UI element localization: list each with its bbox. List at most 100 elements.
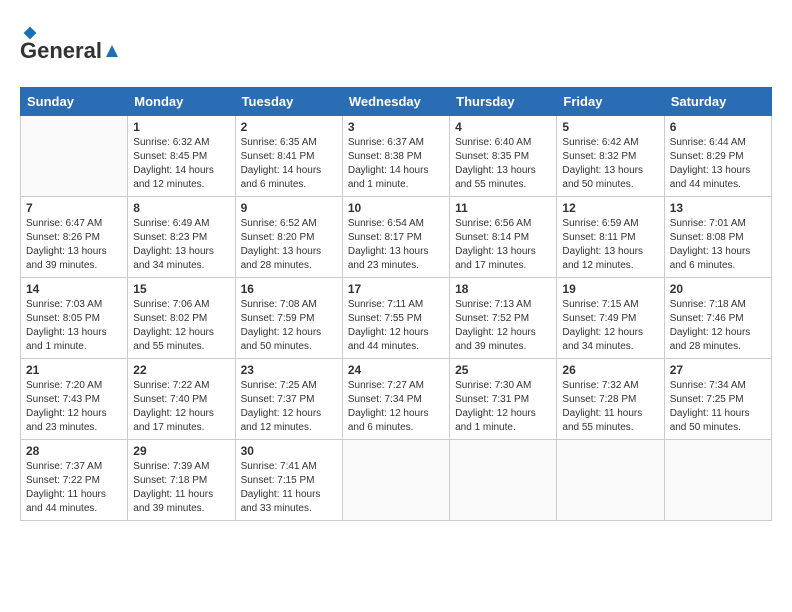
day-number: 15 [133,282,229,296]
day-info: Sunrise: 7:32 AMSunset: 7:28 PMDaylight:… [562,379,658,435]
calendar-week-row: 7 Sunrise: 6:47 AMSunset: 8:26 PMDaylight… [21,197,772,278]
day-number: 21 [26,363,122,377]
day-number: 27 [670,363,766,377]
day-number: 1 [133,120,229,134]
day-number: 25 [455,363,551,377]
calendar-cell [342,440,449,521]
calendar-cell: 14 Sunrise: 7:03 AMSunset: 8:05 PMDayligh… [21,278,128,359]
weekday-header-saturday: Saturday [664,88,771,116]
day-number: 30 [241,444,337,458]
calendar-cell: 30 Sunrise: 7:41 AMSunset: 7:15 PMDayligh… [235,440,342,521]
day-number: 4 [455,120,551,134]
day-number: 13 [670,201,766,215]
day-info: Sunrise: 7:18 AMSunset: 7:46 PMDaylight:… [670,298,766,354]
calendar-cell: 2 Sunrise: 6:35 AMSunset: 8:41 PMDaylight… [235,116,342,197]
calendar-table: SundayMondayTuesdayWednesdayThursdayFrid… [20,87,772,521]
calendar-cell [450,440,557,521]
calendar-cell: 23Sunrise: 7:25 AMSunset: 7:37 PMDayligh… [235,359,342,440]
calendar-cell: 17Sunrise: 7:11 AMSunset: 7:55 PMDayligh… [342,278,449,359]
day-number: 14 [26,282,122,296]
day-info: Sunrise: 6:47 AMSunset: 8:26 PMDaylight:… [26,217,122,273]
calendar-cell: 1 Sunrise: 6:32 AMSunset: 8:45 PMDaylight… [128,116,235,197]
calendar-cell [21,116,128,197]
weekday-header-monday: Monday [128,88,235,116]
calendar-cell [557,440,664,521]
day-number: 3 [348,120,444,134]
day-info: Sunrise: 6:40 AMSunset: 8:35 PMDaylight:… [455,136,551,192]
calendar-cell: 21 Sunrise: 7:20 AMSunset: 7:43 PMDayligh… [21,359,128,440]
day-number: 2 [241,120,337,134]
calendar-cell: 13Sunrise: 7:01 AMSunset: 8:08 PMDayligh… [664,197,771,278]
day-info: Sunrise: 7:41 AMSunset: 7:15 PMDaylight:… [241,460,337,516]
weekday-header-friday: Friday [557,88,664,116]
day-number: 6 [670,120,766,134]
day-number: 10 [348,201,444,215]
day-number: 7 [26,201,122,215]
calendar-cell: 20Sunrise: 7:18 AMSunset: 7:46 PMDayligh… [664,278,771,359]
day-info: Sunrise: 6:49 AMSunset: 8:23 PMDaylight:… [133,217,229,273]
day-info: Sunrise: 7:15 AMSunset: 7:49 PMDaylight:… [562,298,658,354]
day-info: Sunrise: 6:35 AMSunset: 8:41 PMDaylight:… [241,136,337,192]
day-number: 26 [562,363,658,377]
day-info: Sunrise: 7:25 AMSunset: 7:37 PMDaylight:… [241,379,337,435]
day-info: Sunrise: 7:20 AMSunset: 7:43 PMDaylight:… [26,379,122,435]
day-number: 9 [241,201,337,215]
day-info: Sunrise: 6:59 AMSunset: 8:11 PMDaylight:… [562,217,658,273]
calendar-cell: 16 Sunrise: 7:08 AMSunset: 7:59 PMDayligh… [235,278,342,359]
day-number: 28 [26,444,122,458]
calendar-cell: 4 Sunrise: 6:40 AMSunset: 8:35 PMDaylight… [450,116,557,197]
calendar-cell: 12 Sunrise: 6:59 AMSunset: 8:11 PMDayligh… [557,197,664,278]
calendar-cell: 8 Sunrise: 6:49 AMSunset: 8:23 PMDaylight… [128,197,235,278]
calendar-cell [664,440,771,521]
day-number: 18 [455,282,551,296]
day-info: Sunrise: 7:30 AMSunset: 7:31 PMDaylight:… [455,379,551,435]
calendar-cell: 3 Sunrise: 6:37 AMSunset: 8:38 PMDaylight… [342,116,449,197]
day-number: 12 [562,201,658,215]
day-info: Sunrise: 6:32 AMSunset: 8:45 PMDaylight:… [133,136,229,192]
day-info: Sunrise: 7:39 AMSunset: 7:18 PMDaylight:… [133,460,229,516]
calendar-cell: 28Sunrise: 7:37 AMSunset: 7:22 PMDayligh… [21,440,128,521]
day-number: 16 [241,282,337,296]
logo-triangle-icon [103,42,121,60]
day-info: Sunrise: 6:56 AMSunset: 8:14 PMDaylight:… [455,217,551,273]
weekday-header-sunday: Sunday [21,88,128,116]
calendar-cell: 29Sunrise: 7:39 AMSunset: 7:18 PMDayligh… [128,440,235,521]
day-info: Sunrise: 6:52 AMSunset: 8:20 PMDaylight:… [241,217,337,273]
day-info: Sunrise: 6:42 AMSunset: 8:32 PMDaylight:… [562,136,658,192]
weekday-header-wednesday: Wednesday [342,88,449,116]
calendar-cell: 11 Sunrise: 6:56 AMSunset: 8:14 PMDayligh… [450,197,557,278]
weekday-header-thursday: Thursday [450,88,557,116]
day-number: 11 [455,201,551,215]
day-number: 8 [133,201,229,215]
day-info: Sunrise: 7:34 AMSunset: 7:25 PMDaylight:… [670,379,766,435]
calendar-cell: 19 Sunrise: 7:15 AMSunset: 7:49 PMDayligh… [557,278,664,359]
day-info: Sunrise: 7:11 AMSunset: 7:55 PMDaylight:… [348,298,444,354]
weekday-header-tuesday: Tuesday [235,88,342,116]
day-number: 5 [562,120,658,134]
day-info: Sunrise: 7:03 AMSunset: 8:05 PMDaylight:… [26,298,122,354]
calendar-week-row: 1 Sunrise: 6:32 AMSunset: 8:45 PMDaylight… [21,116,772,197]
day-info: Sunrise: 7:13 AMSunset: 7:52 PMDaylight:… [455,298,551,354]
day-number: 24 [348,363,444,377]
calendar-cell: 6 Sunrise: 6:44 AMSunset: 8:29 PMDaylight… [664,116,771,197]
logo: General [20,20,140,75]
day-number: 19 [562,282,658,296]
calendar-cell: 27 Sunrise: 7:34 AMSunset: 7:25 PMDayligh… [664,359,771,440]
calendar-cell: 9 Sunrise: 6:52 AMSunset: 8:20 PMDaylight… [235,197,342,278]
calendar-week-row: 14 Sunrise: 7:03 AMSunset: 8:05 PMDayligh… [21,278,772,359]
calendar-cell: 25 Sunrise: 7:30 AMSunset: 7:31 PMDayligh… [450,359,557,440]
calendar-week-row: 21 Sunrise: 7:20 AMSunset: 7:43 PMDayligh… [21,359,772,440]
calendar-cell: 7 Sunrise: 6:47 AMSunset: 8:26 PMDaylight… [21,197,128,278]
day-info: Sunrise: 6:44 AMSunset: 8:29 PMDaylight:… [670,136,766,192]
day-info: Sunrise: 7:08 AMSunset: 7:59 PMDaylight:… [241,298,337,354]
calendar-cell: 15 Sunrise: 7:06 AMSunset: 8:02 PMDayligh… [128,278,235,359]
day-info: Sunrise: 7:22 AMSunset: 7:40 PMDaylight:… [133,379,229,435]
day-info: Sunrise: 7:27 AMSunset: 7:34 PMDaylight:… [348,379,444,435]
calendar-cell: 22 Sunrise: 7:22 AMSunset: 7:40 PMDayligh… [128,359,235,440]
calendar-cell: 26 Sunrise: 7:32 AMSunset: 7:28 PMDayligh… [557,359,664,440]
day-info: Sunrise: 7:06 AMSunset: 8:02 PMDaylight:… [133,298,229,354]
calendar-week-row: 28Sunrise: 7:37 AMSunset: 7:22 PMDayligh… [21,440,772,521]
day-number: 22 [133,363,229,377]
calendar-cell: 10Sunrise: 6:54 AMSunset: 8:17 PMDayligh… [342,197,449,278]
day-info: Sunrise: 6:37 AMSunset: 8:38 PMDaylight:… [348,136,444,192]
